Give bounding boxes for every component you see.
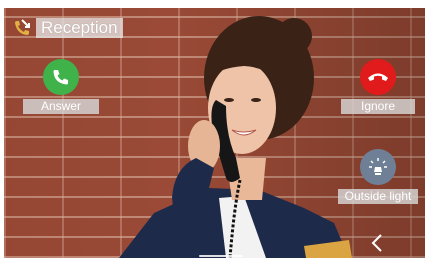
ignore-label: Ignore xyxy=(341,99,415,114)
missed-call-icon xyxy=(15,19,30,35)
caller-name: Reception xyxy=(36,18,123,38)
outside-light-label: Outside light xyxy=(338,189,418,204)
phone-icon xyxy=(53,70,68,85)
ignore-button[interactable]: Ignore xyxy=(341,59,415,114)
answer-button[interactable]: Answer xyxy=(23,59,99,114)
caller-video-feed xyxy=(119,16,352,258)
call-screen: Reception Answer Ignore Outside light xyxy=(4,8,425,258)
home-indicator[interactable] xyxy=(199,255,243,257)
call-header: Reception xyxy=(12,17,123,39)
light-bulb-icon xyxy=(369,158,387,175)
hang-up-icon xyxy=(368,73,388,81)
outside-light-button[interactable]: Outside light xyxy=(338,149,418,204)
back-button[interactable] xyxy=(368,232,386,254)
back-chevron-icon xyxy=(371,234,382,252)
answer-label: Answer xyxy=(23,99,99,114)
